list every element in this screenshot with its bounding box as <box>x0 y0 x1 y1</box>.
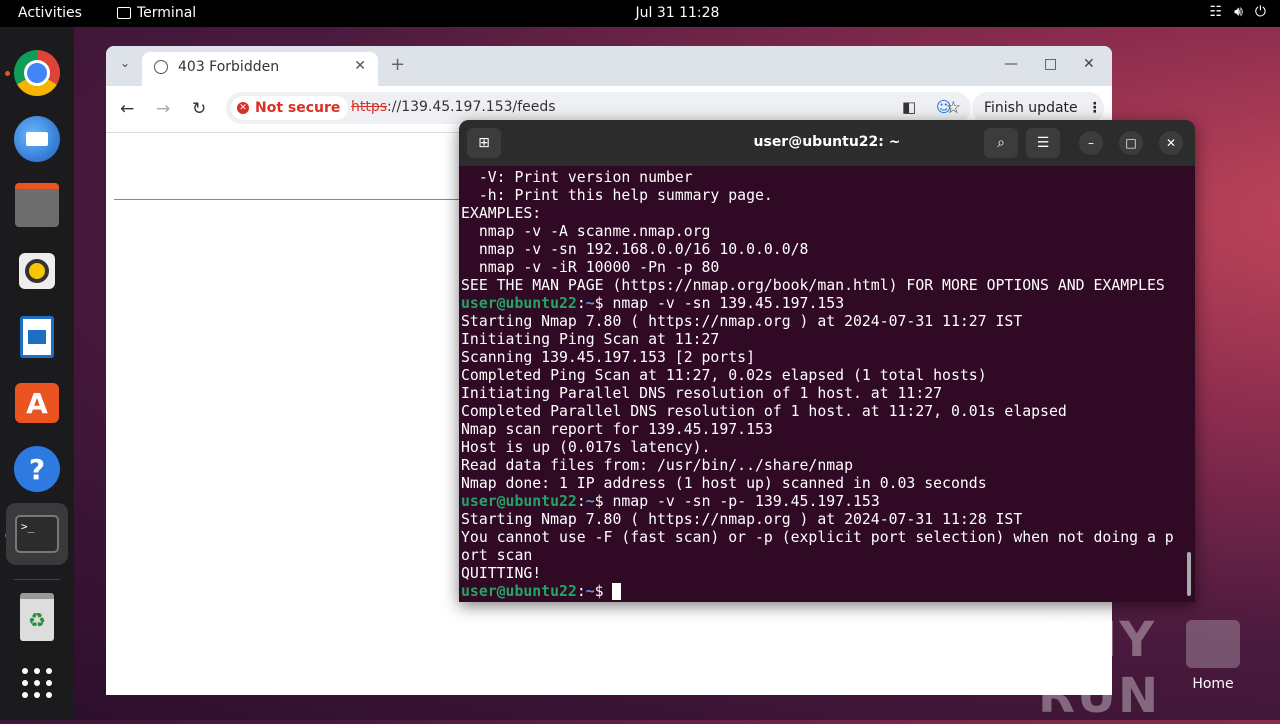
terminal-line: Scanning 139.45.197.153 [2 ports] <box>461 349 755 366</box>
forward-icon[interactable]: → <box>156 99 170 119</box>
terminal-app-icon: >_ <box>15 515 59 553</box>
dock-rhythmbox[interactable] <box>11 245 63 297</box>
sidepanel-icon[interactable]: ◧ <box>902 98 916 116</box>
dock-separator <box>14 579 60 580</box>
terminal-line: QUITTING! <box>461 565 542 582</box>
network-icon[interactable]: ☷ <box>1210 4 1223 20</box>
dock-app-center[interactable]: A <box>11 377 63 429</box>
terminal-line: Nmap scan report for 139.45.197.153 <box>461 421 773 438</box>
prompt-path: ~ <box>585 493 595 510</box>
warning-icon: ✕ <box>237 102 249 114</box>
terminal-line: nmap -v -iR 10000 -Pn -p 80 <box>461 259 720 276</box>
prompt-path: ~ <box>585 295 595 312</box>
top-bar: Activities Terminal Jul 31 11:28 ☷ 🔊︎ ⏻ <box>0 0 1280 27</box>
chrome-icon <box>14 50 60 96</box>
home-desktop-icon[interactable]: Home <box>1184 620 1242 692</box>
terminal-line: nmap -v -sn 192.168.0.0/16 10.0.0.0/8 <box>461 241 809 258</box>
terminal-line: Nmap done: 1 IP address (1 host up) scan… <box>461 475 987 492</box>
terminal-line: nmap -v -A scanme.nmap.org <box>461 223 711 240</box>
url-text[interactable]: https://139.45.197.153/feeds <box>351 99 556 115</box>
not-secure-chip[interactable]: ✕ Not secure <box>231 96 349 120</box>
profile-icon[interactable]: ☺ <box>936 98 952 116</box>
close-icon[interactable]: ✕ <box>1159 131 1183 155</box>
terminal-line: Completed Parallel DNS resolution of 1 h… <box>461 403 1067 420</box>
terminal-line: SEE THE MAN PAGE (https://nmap.org/book/… <box>461 277 1165 294</box>
dock-terminal[interactable]: >_ <box>6 503 68 565</box>
terminal-output[interactable]: -V: Print version number -h: Print this … <box>461 169 1191 601</box>
terminal-line: Initiating Parallel DNS resolution of 1 … <box>461 385 943 402</box>
url-scheme: https <box>351 99 388 115</box>
page-divider <box>114 199 474 200</box>
home-folder-icon <box>1186 620 1240 668</box>
files-icon <box>15 183 59 227</box>
terminal-line: Host is up (0.017s latency). <box>461 439 711 456</box>
url-rest: ://139.45.197.153/feeds <box>387 99 556 115</box>
prompt-user: user@ubuntu22 <box>461 583 577 600</box>
tab-bar: ⌄ 403 Forbidden ✕ + — □ ✕ <box>106 46 1112 86</box>
terminal-line: user@ubuntu22:~$ nmap -v -sn -p- 139.45.… <box>461 493 880 510</box>
prompt-path: ~ <box>585 583 595 600</box>
terminal-line: EXAMPLES: <box>461 205 542 222</box>
finish-update-label: Finish update <box>984 100 1078 116</box>
dock: A ? >_ ♻ <box>0 27 74 720</box>
hamburger-menu-icon[interactable]: ☰ <box>1026 128 1060 158</box>
dock-writer[interactable] <box>11 311 63 363</box>
back-icon[interactable]: ← <box>120 99 134 119</box>
terminal-line: Completed Ping Scan at 11:27, 0.02s elap… <box>461 367 987 384</box>
app-center-icon: A <box>15 383 59 423</box>
prompt-user: user@ubuntu22 <box>461 493 577 510</box>
volume-icon[interactable]: 🔊︎ <box>1234 4 1243 20</box>
prompt-user: user@ubuntu22 <box>461 295 577 312</box>
close-window-icon[interactable]: ✕ <box>1083 56 1095 72</box>
terminal-window: ⊞ user@ubuntu22: ~ ⌕ ☰ – □ ✕ -V: Print v… <box>459 120 1195 602</box>
tab-title: 403 Forbidden <box>178 59 280 75</box>
chrome-running-indicator <box>5 71 10 76</box>
terminal-header: ⊞ user@ubuntu22: ~ ⌕ ☰ – □ ✕ <box>459 120 1195 166</box>
text-cursor <box>612 583 622 600</box>
dock-trash[interactable]: ♻ <box>11 591 63 643</box>
terminal-line: -h: Print this help summary page. <box>461 187 773 204</box>
maximize-icon[interactable]: □ <box>1044 56 1057 72</box>
home-label: Home <box>1192 676 1234 692</box>
terminal-line: Starting Nmap 7.80 ( https://nmap.org ) … <box>461 511 1023 528</box>
terminal-line: Starting Nmap 7.80 ( https://nmap.org ) … <box>461 313 1023 330</box>
dock-show-apps[interactable] <box>11 657 63 709</box>
search-icon[interactable]: ⌕ <box>984 128 1018 158</box>
terminal-line: Read data files from: /usr/bin/../share/… <box>461 457 853 474</box>
terminal-line: Initiating Ping Scan at 11:27 <box>461 331 720 348</box>
scrollbar[interactable] <box>1187 552 1191 596</box>
terminal-line: -V: Print version number <box>461 169 693 186</box>
maximize-icon[interactable]: □ <box>1119 131 1143 155</box>
dock-thunderbird[interactable] <box>11 113 63 165</box>
new-tab-icon[interactable]: + <box>390 54 405 75</box>
tab-403-forbidden[interactable]: 403 Forbidden ✕ <box>142 52 378 86</box>
power-icon[interactable]: ⏻ <box>1255 4 1266 20</box>
minimize-icon[interactable]: — <box>1004 56 1018 72</box>
system-tray[interactable]: ☷ 🔊︎ ⏻ <box>1210 4 1266 20</box>
command-text: nmap -v -sn 139.45.197.153 <box>612 295 845 312</box>
rhythmbox-icon <box>19 253 55 289</box>
help-icon: ? <box>14 446 60 492</box>
writer-icon <box>20 316 54 358</box>
minimize-icon[interactable]: – <box>1079 131 1103 155</box>
dock-help[interactable]: ? <box>11 443 63 495</box>
kebab-menu-icon[interactable]: ⋮ <box>1088 100 1102 116</box>
thunderbird-icon <box>14 116 60 162</box>
globe-icon <box>154 60 168 74</box>
terminal-line: user@ubuntu22:~$ <box>461 583 1191 601</box>
terminal-line: ort scan <box>461 547 533 564</box>
terminal-line: user@ubuntu22:~$ nmap -v -sn 139.45.197.… <box>461 295 845 312</box>
watermark: ANY RUN <box>1038 612 1161 724</box>
command-text: nmap -v -sn -p- 139.45.197.153 <box>612 493 880 510</box>
clock[interactable]: Jul 31 11:28 <box>0 5 1280 21</box>
reload-icon[interactable]: ↻ <box>192 99 206 119</box>
tab-list-chevron-icon[interactable]: ⌄ <box>120 56 130 70</box>
grid-icon <box>22 668 52 698</box>
dock-chrome[interactable] <box>11 47 63 99</box>
tab-close-icon[interactable]: ✕ <box>354 58 366 74</box>
not-secure-label: Not secure <box>255 100 341 116</box>
terminal-line: You cannot use -F (fast scan) or -p (exp… <box>461 529 1174 546</box>
trash-icon: ♻ <box>20 593 54 641</box>
dock-files[interactable] <box>11 179 63 231</box>
